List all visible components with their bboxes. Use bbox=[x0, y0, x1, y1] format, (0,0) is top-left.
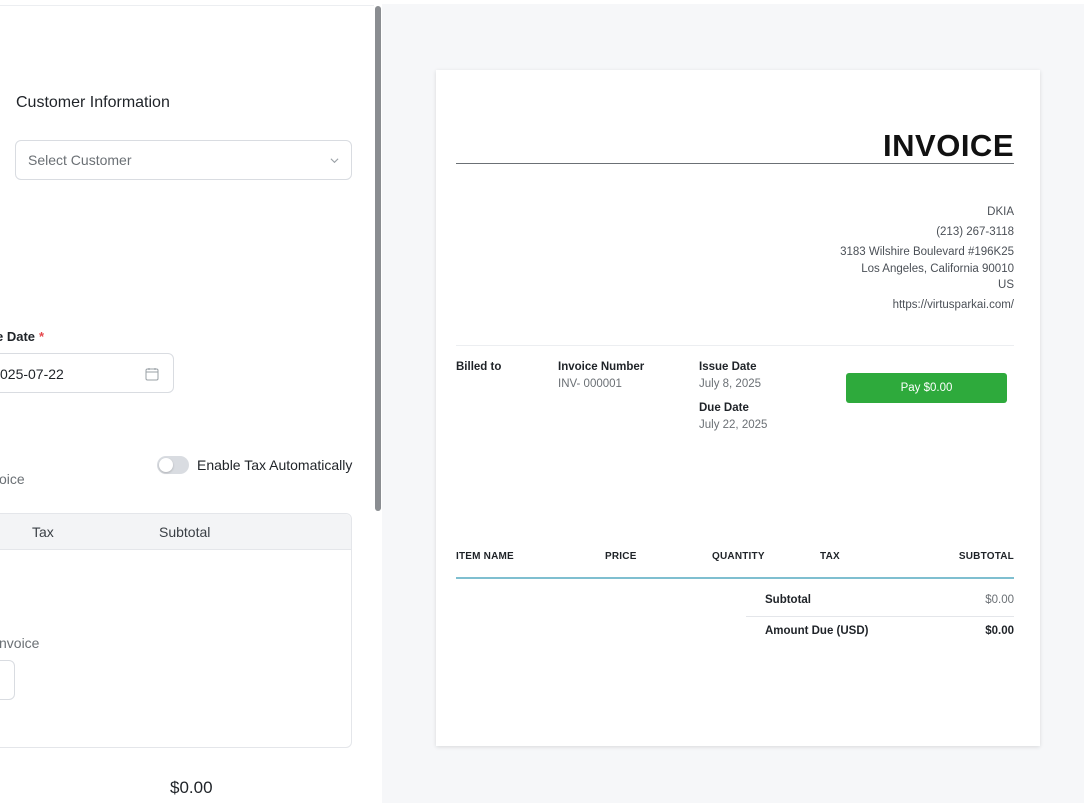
invoice-number-value: INV- 000001 bbox=[558, 378, 622, 390]
company-phone: (213) 267-3118 bbox=[936, 226, 1014, 238]
section-label-partial-2: nvoice bbox=[0, 635, 40, 651]
billed-to-label: Billed to bbox=[456, 361, 502, 373]
summary-subtotal-value: $0.00 bbox=[985, 594, 1014, 606]
enable-tax-label: Enable Tax Automatically bbox=[197, 457, 353, 473]
due-date-label: Due Date bbox=[699, 402, 749, 414]
due-date-value: July 22, 2025 bbox=[699, 419, 768, 431]
partial-input-field[interactable] bbox=[0, 660, 15, 700]
amount-due-value: $0.00 bbox=[985, 625, 1014, 637]
due-date-input[interactable]: 025-07-22 bbox=[0, 353, 174, 393]
required-asterisk: * bbox=[39, 329, 45, 344]
customer-section-title: Customer Information bbox=[16, 94, 170, 111]
invoice-document: INVOICE DKIA (213) 267-3118 3183 Wilshir… bbox=[436, 70, 1040, 746]
meta-divider bbox=[456, 345, 1014, 346]
panel-scrollbar[interactable] bbox=[375, 6, 381, 511]
items-header-rule bbox=[456, 577, 1014, 579]
due-date-label-text: e Date bbox=[0, 329, 36, 344]
issue-date-value: July 8, 2025 bbox=[699, 378, 762, 390]
calendar-icon[interactable] bbox=[145, 367, 159, 381]
due-date-value: 025-07-22 bbox=[0, 366, 64, 382]
column-header-tax: Tax bbox=[32, 524, 54, 540]
preview-top-strip bbox=[382, 0, 1084, 4]
line-items-table: Tax Subtotal bbox=[0, 513, 352, 748]
column-item-name: ITEM NAME bbox=[456, 551, 514, 562]
summary-divider bbox=[746, 616, 1014, 617]
company-country: US bbox=[998, 279, 1014, 291]
section-label-partial: oice bbox=[0, 471, 25, 487]
company-address-line1: 3183 Wilshire Boulevard #196K25 bbox=[840, 246, 1014, 258]
due-date-label: e Date* bbox=[0, 329, 44, 344]
column-quantity: QUANTITY bbox=[712, 551, 765, 562]
invoice-number-label: Invoice Number bbox=[558, 361, 645, 373]
issue-date-label: Issue Date bbox=[699, 361, 757, 373]
pay-button[interactable]: Pay $0.00 bbox=[846, 373, 1007, 403]
invoice-preview-area: INVOICE DKIA (213) 267-3118 3183 Wilshir… bbox=[382, 0, 1084, 803]
column-subtotal: SUBTOTAL bbox=[958, 551, 1014, 562]
line-items-header: Tax Subtotal bbox=[0, 514, 351, 550]
column-price: PRICE bbox=[605, 551, 637, 562]
toggle-knob bbox=[159, 458, 173, 472]
column-header-subtotal: Subtotal bbox=[159, 524, 211, 540]
customer-select-placeholder: Select Customer bbox=[28, 152, 132, 168]
column-tax: TAX bbox=[820, 551, 840, 562]
company-website: https://virtusparkai.com/ bbox=[892, 299, 1014, 311]
total-amount: $0.00 bbox=[170, 778, 213, 797]
chevron-down-icon bbox=[330, 158, 339, 164]
panel-top-divider bbox=[0, 5, 374, 6]
summary-subtotal-label: Subtotal bbox=[765, 594, 811, 606]
company-info: DKIA (213) 267-3118 3183 Wilshire Boulev… bbox=[840, 204, 1014, 314]
enable-tax-toggle[interactable] bbox=[157, 456, 189, 474]
amount-due-label: Amount Due (USD) bbox=[765, 625, 869, 637]
company-name: DKIA bbox=[987, 206, 1014, 218]
title-divider bbox=[456, 163, 1014, 164]
company-address-line2: Los Angeles, California 90010 bbox=[861, 262, 1014, 275]
invoice-editor-panel: Customer Information Select Customer e D… bbox=[0, 0, 382, 803]
customer-select[interactable]: Select Customer bbox=[15, 140, 352, 180]
invoice-title: INVOICE bbox=[883, 128, 1014, 163]
